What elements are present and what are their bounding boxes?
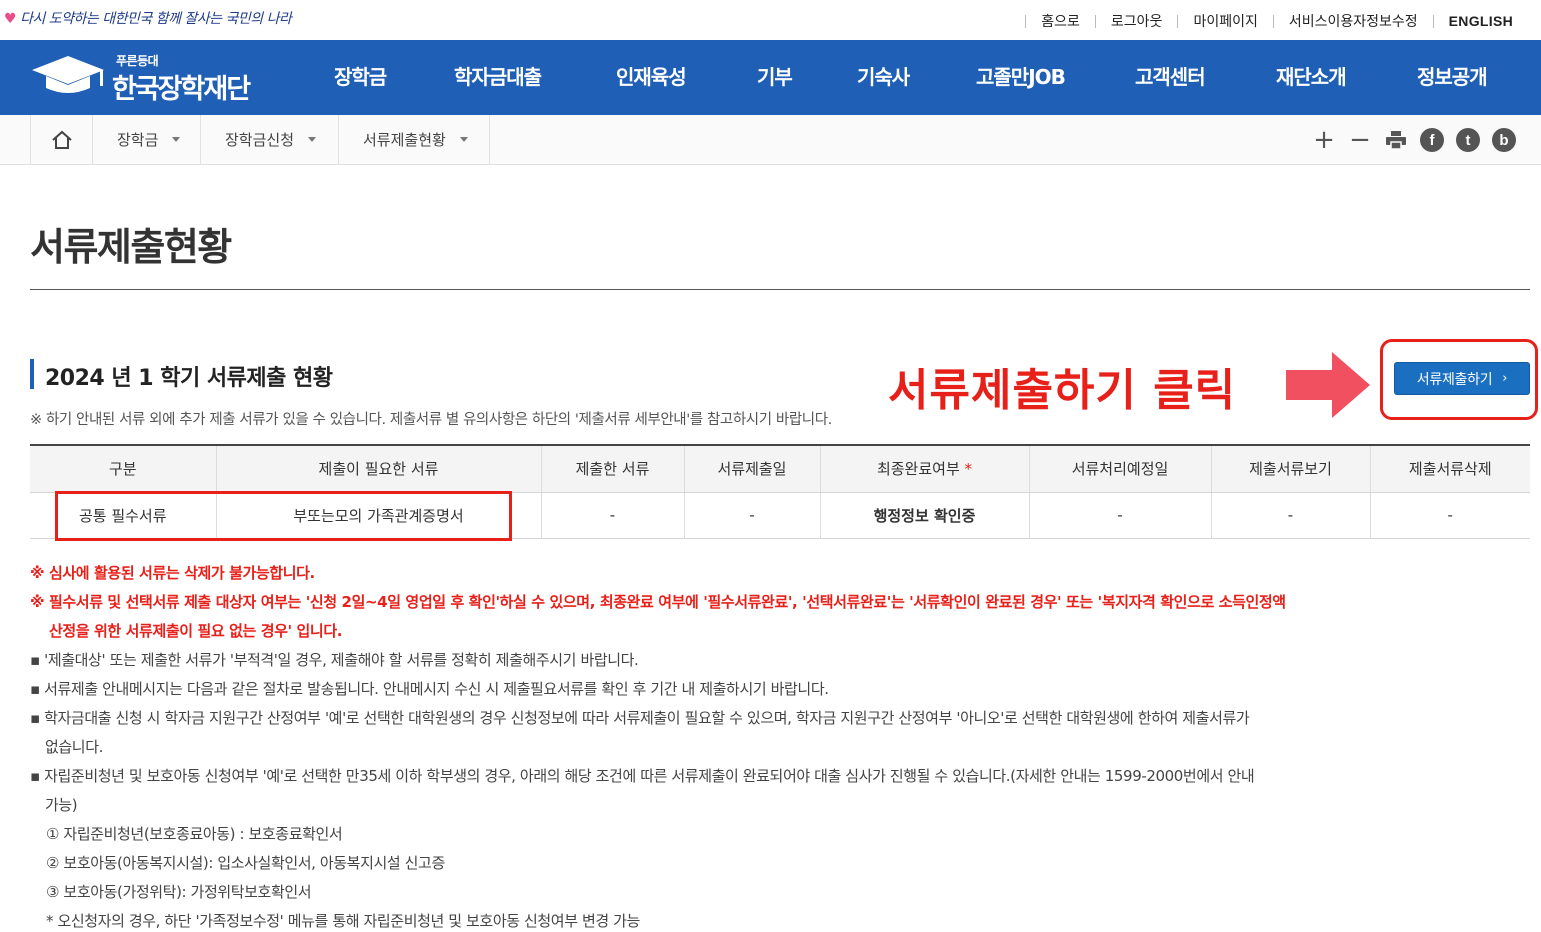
main-navigation: 푸른등대 한국장학재단 장학금 학자금대출 인재육성 기부 기숙사 고졸만JOB… (0, 40, 1541, 115)
menu-student-loan[interactable]: 학자금대출 (454, 40, 542, 115)
title-divider (30, 289, 1530, 290)
table-header-row: 구분 제출이 필요한 서류 제출한 서류 서류제출일 최종완료여부 * 서류처리… (30, 444, 1530, 493)
sub-line: ① 자립준비청년(보호종료아동) : 보호종료확인서 (46, 825, 343, 843)
home-button[interactable] (30, 115, 92, 164)
kosaf-logo[interactable]: 푸른등대 한국장학재단 (30, 50, 280, 106)
utility-links: 홈으로 로그아웃 마이페이지 서비스이용자정보수정 ENGLISH (1010, 11, 1513, 31)
user-info-edit-link[interactable]: 서비스이용자정보수정 (1289, 11, 1418, 31)
blog-icon: b (1492, 128, 1516, 152)
menu-talent-development[interactable]: 인재육성 (616, 40, 687, 115)
page-tools: + − f t b (1301, 127, 1517, 153)
menu-donation[interactable]: 기부 (757, 40, 793, 115)
bullet-line: 없습니다. (45, 738, 103, 756)
plus-icon: + (1313, 125, 1335, 155)
zoom-out-button[interactable]: − (1347, 127, 1373, 153)
divider (1094, 14, 1096, 28)
blog-share-button[interactable]: b (1491, 127, 1517, 153)
breadcrumb-scholarship[interactable]: 장학금 (92, 115, 200, 164)
table-cell: - (1210, 492, 1370, 539)
section-accent-bar (30, 359, 34, 389)
menu-public-information[interactable]: 정보공개 (1417, 40, 1488, 115)
submit-documents-button[interactable]: 서류제출하기 › (1394, 362, 1530, 395)
menu-high-school-job[interactable]: 고졸만JOB (976, 40, 1066, 115)
bullet-line: 가능) (45, 796, 78, 814)
menu-about-foundation[interactable]: 재단소개 (1276, 40, 1347, 115)
logout-link[interactable]: 로그아웃 (1111, 11, 1163, 31)
table-cell: 행정정보 확인중 (819, 492, 1029, 539)
menu-scholarship[interactable]: 장학금 (334, 40, 387, 115)
section-note: ※ 하기 안내된 서류 외에 추가 제출 서류가 있을 수 있습니다. 제출서류… (30, 412, 832, 428)
column-header: 제출이 필요한 서류 (215, 444, 541, 493)
column-header: 구분 (30, 444, 216, 493)
twitter-icon: t (1456, 128, 1480, 152)
sub-line: ② 보호아동(아동복지시설): 입소사실확인서, 아동복지시설 신고증 (46, 854, 445, 872)
english-link[interactable]: ENGLISH (1449, 13, 1513, 29)
divider (1177, 14, 1179, 28)
home-link[interactable]: 홈으로 (1041, 11, 1080, 31)
slogan: ♥ 다시 도약하는 대한민국 함께 잘사는 국민의 나라 (4, 11, 292, 27)
notes-section: ※ 심사에 활용된 서류는 삭제가 불가능합니다. ※ 필수서류 및 선택서류 … (30, 559, 1535, 932)
print-button[interactable] (1383, 127, 1409, 153)
divider (1025, 14, 1027, 28)
graduation-cap-icon (32, 56, 104, 93)
chevron-right-icon: › (1502, 371, 1508, 386)
column-header: 서류제출일 (683, 444, 820, 493)
caret-down-icon (459, 137, 468, 142)
page-title: 서류제출현황 (30, 225, 232, 269)
divider (1272, 14, 1274, 28)
column-header: 제출서류보기 (1210, 444, 1370, 493)
table-cell: - (683, 492, 820, 539)
notice-line: ※ 심사에 활용된 서류는 삭제가 불가능합니다. (30, 564, 315, 582)
notice-line: ※ 필수서류 및 선택서류 제출 대상자 여부는 '신청 2일~4일 영업일 후… (30, 593, 1286, 611)
heart-icon: ♥ (4, 11, 17, 27)
menu-dormitory[interactable]: 기숙사 (857, 40, 910, 115)
caret-down-icon (308, 137, 317, 142)
twitter-share-button[interactable]: t (1455, 127, 1481, 153)
bullet-line: ▪ '제출대상' 또는 제출한 서류가 '부적격'일 경우, 제출해야 할 서류… (30, 651, 639, 669)
column-header: 제출한 서류 (540, 444, 684, 493)
annotation-text: 서류제출하기 클릭 (888, 365, 1237, 416)
sub-line: ③ 보호아동(가정위탁): 가정위탁보호확인서 (46, 883, 312, 901)
printer-icon (1386, 131, 1406, 149)
breadcrumb: 장학금 장학금신청 서류제출현황 + − f t b (0, 115, 1541, 165)
row-highlight-box (55, 491, 512, 541)
section-title: 2024 년 1 학기 서류제출 현황 (45, 366, 333, 391)
table-cell: - (1028, 492, 1211, 539)
minus-icon: − (1349, 125, 1371, 155)
annotation-arrow-icon (1286, 352, 1370, 418)
mypage-link[interactable]: 마이페이지 (1193, 11, 1257, 31)
caret-down-icon (172, 137, 181, 142)
table-cell: - (1369, 492, 1530, 539)
zoom-in-button[interactable]: + (1311, 127, 1337, 153)
sub-line: * 오신청자의 경우, 하단 '가족정보수정' 메뉴를 통해 자립준비청년 및 … (46, 912, 640, 930)
menu-customer-center[interactable]: 고객센터 (1135, 40, 1206, 115)
column-header: 서류처리예정일 (1028, 444, 1211, 493)
logo-name: 한국장학재단 (112, 74, 251, 105)
required-mark: * (964, 460, 973, 479)
column-header: 최종완료여부 * (819, 444, 1029, 493)
bullet-line: ▪ 자립준비청년 및 보호아동 신청여부 '예'로 선택한 만35세 이하 학부… (30, 767, 1255, 785)
facebook-share-button[interactable]: f (1419, 127, 1445, 153)
column-header: 제출서류삭제 (1369, 444, 1530, 493)
table-cell: - (540, 492, 684, 539)
bullet-line: ▪ 서류제출 안내메시지는 다음과 같은 절차로 발송됩니다. 안내메시지 수신… (30, 680, 829, 698)
notice-line: 산정을 위한 서류제출이 필요 없는 경우' 입니다. (49, 622, 343, 640)
breadcrumb-document-status[interactable]: 서류제출현황 (338, 115, 490, 164)
divider (1432, 14, 1434, 28)
bullet-line: ▪ 학자금대출 신청 시 학자금 지원구간 산정여부 '예'로 선택한 대학원생… (30, 709, 1250, 727)
top-utility-bar: ♥ 다시 도약하는 대한민국 함께 잘사는 국민의 나라 홈으로 로그아웃 마이페… (0, 0, 1541, 40)
home-icon (51, 130, 72, 149)
facebook-icon: f (1420, 128, 1444, 152)
breadcrumb-scholarship-application[interactable]: 장학금신청 (200, 115, 338, 164)
